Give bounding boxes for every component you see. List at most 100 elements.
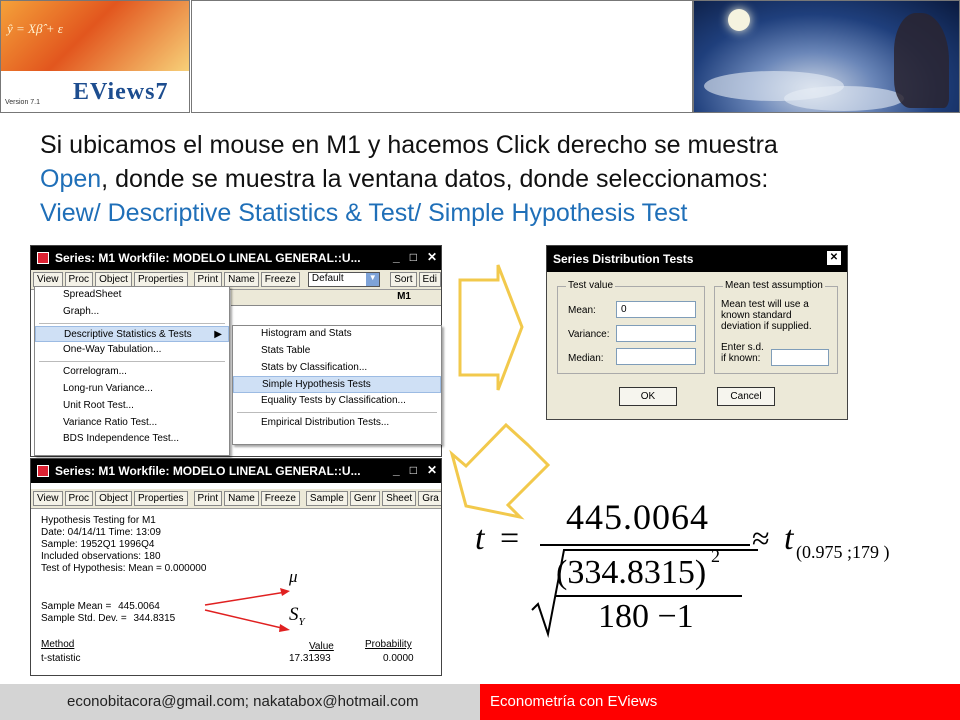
window-title: Series: M1 Workfile: MODELO LINEAL GENER… xyxy=(55,464,361,478)
instruction-line-1: Si ubicamos el mouse en M1 y hacemos Cli… xyxy=(40,131,778,159)
minimize-icon[interactable]: _ xyxy=(393,250,400,264)
menu-item-variance-ratio-test[interactable]: Variance Ratio Test... xyxy=(35,415,229,432)
series-icon xyxy=(37,465,49,477)
row-method: t-statistic xyxy=(41,653,81,664)
formula-subscript: (0.975 ;179 ) xyxy=(796,542,890,562)
toolbar-button[interactable]: View xyxy=(33,272,63,287)
output-line: Hypothesis Testing for M1 xyxy=(41,515,156,526)
footer-course-title: Econometría con EViews xyxy=(480,684,960,720)
right-arrow-icon xyxy=(458,264,524,391)
submenu-item-equality-tests[interactable]: Equality Tests by Classification... xyxy=(233,393,441,410)
toolbar-button[interactable]: Name xyxy=(224,272,259,287)
toolbar-button[interactable]: Proc xyxy=(64,272,94,287)
median-label: Median: xyxy=(568,353,604,364)
close-icon[interactable]: ✕ xyxy=(827,251,841,265)
menu-item-label: Descriptive Statistics & Tests xyxy=(64,328,192,340)
output-line: Date: 04/14/11 Time: 13:09 xyxy=(41,527,161,538)
minimize-icon[interactable]: _ xyxy=(393,463,400,477)
select-value: Default xyxy=(311,273,344,284)
submenu-item-stats-by-classification[interactable]: Stats by Classification... xyxy=(233,360,441,377)
instruction-line-2: Open, donde se muestra la ventana datos,… xyxy=(40,162,930,196)
variance-label: Variance: xyxy=(568,329,610,340)
group-label: Mean test assumption xyxy=(723,280,825,291)
close-icon[interactable]: ✕ xyxy=(427,463,437,477)
column-m1-label: M1 xyxy=(397,291,411,302)
maximize-icon[interactable]: □ xyxy=(410,250,417,264)
dialog-titlebar[interactable]: Series Distribution Tests ✕ xyxy=(547,246,847,272)
maximize-icon[interactable]: □ xyxy=(410,463,417,477)
submenu-item-stats-table[interactable]: Stats Table xyxy=(233,343,441,360)
mean-test-assumption-group: Mean test assumption Mean test will use … xyxy=(714,280,838,374)
toolbar-button[interactable]: Genr xyxy=(349,491,381,506)
median-input[interactable] xyxy=(616,348,696,365)
submenu-item-histogram[interactable]: Histogram and Stats xyxy=(233,326,441,343)
toolbar-button[interactable]: Properties xyxy=(133,491,188,506)
instruction-line-2-rest: , donde se muestra la ventana datos, don… xyxy=(101,165,769,193)
cancel-button[interactable]: Cancel xyxy=(717,387,775,406)
mean-input[interactable]: 0 xyxy=(616,301,696,318)
toolbar-button[interactable]: Sheet xyxy=(382,491,417,506)
toolbar-button[interactable]: Freeze xyxy=(260,272,300,287)
formula-t-rhs: t xyxy=(784,520,794,557)
view-menu: SpreadSheet Graph... Descriptive Statist… xyxy=(34,286,230,456)
submenu-arrow-icon: ▶ xyxy=(214,328,222,340)
arrowhead-icon xyxy=(279,624,290,632)
toolbar-button[interactable]: Print xyxy=(193,491,223,506)
window-controls: _ □ ✕ xyxy=(393,463,437,477)
menu-item-correlogram[interactable]: Correlogram... xyxy=(35,364,229,381)
descriptive-stats-submenu: Histogram and Stats Stats Table Stats by… xyxy=(232,325,442,445)
arrowhead-icon xyxy=(280,588,290,596)
menu-item-descriptive-statistics[interactable]: Descriptive Statistics & Tests ▶ xyxy=(35,325,229,343)
menu-item-bds-independence-test[interactable]: BDS Independence Test... xyxy=(35,431,229,448)
submenu-item-empirical-distribution[interactable]: Empirical Distribution Tests... xyxy=(233,415,441,432)
menu-item-long-run-variance[interactable]: Long-run Variance... xyxy=(35,381,229,398)
menu-item-one-way-tabulation[interactable]: One-Way Tabulation... xyxy=(35,342,229,359)
sample-sd-label: Sample Std. Dev. = xyxy=(41,613,127,624)
chevron-down-icon: ▼ xyxy=(366,273,380,286)
submenu-item-simple-hypothesis-tests[interactable]: Simple Hypothesis Tests xyxy=(233,376,441,394)
window-titlebar[interactable]: Series: M1 Workfile: MODELO LINEAL GENER… xyxy=(31,459,441,483)
col-value-header: Value xyxy=(309,641,334,652)
sd-label: Enter s.d. xyxy=(721,342,764,353)
cloud-shape xyxy=(784,86,904,111)
display-format-select[interactable]: Default ▼ xyxy=(307,272,381,287)
toolbar-button[interactable]: Edi xyxy=(418,272,441,287)
window-title: Series: M1 Workfile: MODELO LINEAL GENER… xyxy=(55,251,361,265)
variance-input[interactable] xyxy=(616,325,696,342)
toolbar-button[interactable]: Proc xyxy=(64,491,94,506)
group-label: Test value xyxy=(566,280,616,291)
toolbar-button[interactable]: Object xyxy=(95,491,132,506)
t-statistic-formula: t = 445.0064 (334.8315) 2 180 −1 ≈ t (0.… xyxy=(470,492,910,642)
menu-item-graph[interactable]: Graph... xyxy=(35,304,229,321)
footer-emails: econobitacora@gmail.com; nakatabox@hotma… xyxy=(0,684,480,720)
assumption-text: known standard xyxy=(721,310,792,321)
annotation-arrows xyxy=(204,588,290,632)
toolbar-button[interactable]: Object xyxy=(95,272,132,287)
test-value-group: Test value Mean: 0 Variance: Median: xyxy=(557,280,705,374)
eviews-logo-banner: ŷ = Xβ̂ + ε EViews7 Version 7.1 xyxy=(0,0,190,113)
formula-denominator-inner: (334.8315) xyxy=(556,554,707,591)
toolbar-button[interactable]: Properties xyxy=(133,272,188,287)
formula-equals: = xyxy=(500,520,520,557)
close-icon[interactable]: ✕ xyxy=(427,250,437,264)
toolbar-button[interactable]: Print xyxy=(193,272,223,287)
toolbar-button[interactable]: Sort xyxy=(390,272,417,287)
menu-divider xyxy=(39,361,225,363)
window-titlebar[interactable]: Series: M1 Workfile: MODELO LINEAL GENER… xyxy=(31,246,441,270)
open-highlight: Open xyxy=(40,165,102,193)
menu-item-unit-root-test[interactable]: Unit Root Test... xyxy=(35,398,229,415)
toolbar-button[interactable]: Freeze xyxy=(260,491,300,506)
sample-mean-label: Sample Mean = xyxy=(41,601,112,612)
assumption-text: Mean test will use a xyxy=(721,299,809,310)
ok-button[interactable]: OK xyxy=(619,387,677,406)
menu-item-spreadsheet[interactable]: SpreadSheet xyxy=(35,287,229,304)
slide: ŷ = Xβ̂ + ε EViews7 Version 7.1 Si ubica… xyxy=(0,0,960,720)
toolbar-button[interactable]: Name xyxy=(224,491,259,506)
sd-input[interactable] xyxy=(771,349,829,366)
toolbar-button[interactable]: Gra xyxy=(418,491,441,506)
annotation-line xyxy=(204,591,287,606)
winged-figure-silhouette xyxy=(894,13,949,108)
formula-exponent: 2 xyxy=(711,546,720,566)
toolbar-button[interactable]: Sample xyxy=(305,491,348,506)
toolbar-button[interactable]: View xyxy=(33,491,63,506)
